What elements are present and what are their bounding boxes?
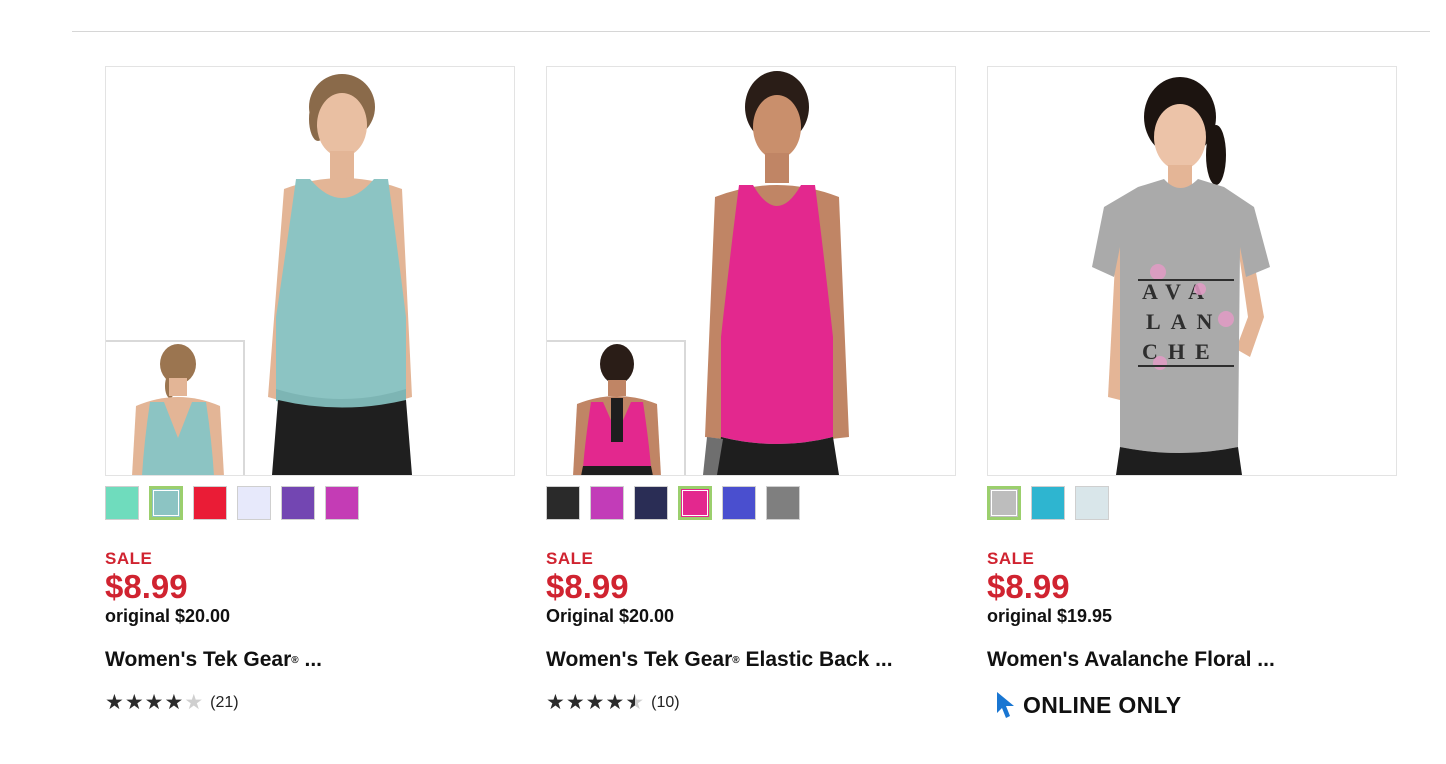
color-swatch-selected[interactable] [149, 486, 183, 520]
sale-label: SALE [987, 549, 1035, 568]
color-swatch[interactable] [590, 486, 624, 520]
alternate-view-thumbnail[interactable] [547, 340, 686, 475]
original-price: Original $20.00 [546, 606, 675, 626]
registered-mark: ® [291, 655, 299, 666]
title-rest: Elastic Back ... [739, 648, 893, 671]
product-image[interactable] [546, 66, 956, 476]
sale-price: $8.99 [546, 568, 629, 605]
review-count: (21) [210, 694, 239, 711]
stars-icon: ★★★★★ [546, 691, 646, 714]
registered-mark: ® [732, 655, 740, 666]
product-title-link[interactable]: Women's Avalanche Floral ... [987, 647, 1397, 673]
product-image[interactable]: AVA LAN CHE [987, 66, 1397, 476]
sale-label: SALE [105, 549, 153, 568]
stars-icon: ★★★★★ [105, 691, 205, 714]
online-only-text: ONLINE ONLY [1023, 691, 1182, 718]
color-swatch[interactable] [722, 486, 756, 520]
alternate-view-thumbnail[interactable] [106, 340, 245, 475]
product-card-tek-gear-tank: SALE $8.99 original $20.00 Women's Tek G… [105, 66, 515, 713]
star-rating[interactable]: ★★★★★ (10) [546, 691, 956, 714]
online-only-badge: ONLINE ONLY [987, 691, 1397, 719]
product-card-avalanche-floral: AVA LAN CHE SALE $8.99 original $19.95 W… [987, 66, 1397, 719]
title-ellipsis: ... [298, 648, 323, 671]
color-swatch[interactable] [766, 486, 800, 520]
color-swatches [546, 484, 956, 522]
cursor-icon [997, 692, 1014, 718]
color-swatch-selected[interactable] [678, 486, 712, 520]
title-text: Women's Tek Gear [546, 648, 733, 671]
title-text: Women's Tek Gear [105, 648, 292, 671]
color-swatch[interactable] [325, 486, 359, 520]
product-card-tek-gear-elastic-back: SALE $8.99 Original $20.00 Women's Tek G… [546, 66, 956, 713]
graphic-line-2: LAN [1146, 309, 1222, 334]
product-title-link[interactable]: Women's Tek Gear® Elastic Back ... [546, 647, 956, 673]
color-swatch[interactable] [193, 486, 227, 520]
color-swatch[interactable] [1031, 486, 1065, 520]
color-swatch[interactable] [546, 486, 580, 520]
top-divider [72, 31, 1430, 32]
color-swatch[interactable] [281, 486, 315, 520]
color-swatch[interactable] [1075, 486, 1109, 520]
sale-price: $8.99 [987, 568, 1070, 605]
back-view-photo [132, 344, 224, 475]
original-price: original $19.95 [987, 606, 1113, 626]
back-view-photo [573, 344, 661, 475]
color-swatch[interactable] [237, 486, 271, 520]
color-swatches [987, 484, 1397, 522]
review-count: (10) [651, 694, 680, 711]
color-swatch[interactable] [634, 486, 668, 520]
sale-price: $8.99 [105, 568, 188, 605]
color-swatch-selected[interactable] [987, 486, 1021, 520]
star-rating[interactable]: ★★★★★ (21) [105, 691, 515, 714]
color-swatches [105, 484, 515, 522]
product-title-link[interactable]: Women's Tek Gear® ... [105, 647, 515, 673]
product-image[interactable] [105, 66, 515, 476]
model-photo-gray-tee: AVA LAN CHE [1092, 77, 1270, 475]
sale-label: SALE [546, 549, 594, 568]
original-price: original $20.00 [105, 606, 231, 626]
color-swatch[interactable] [105, 486, 139, 520]
